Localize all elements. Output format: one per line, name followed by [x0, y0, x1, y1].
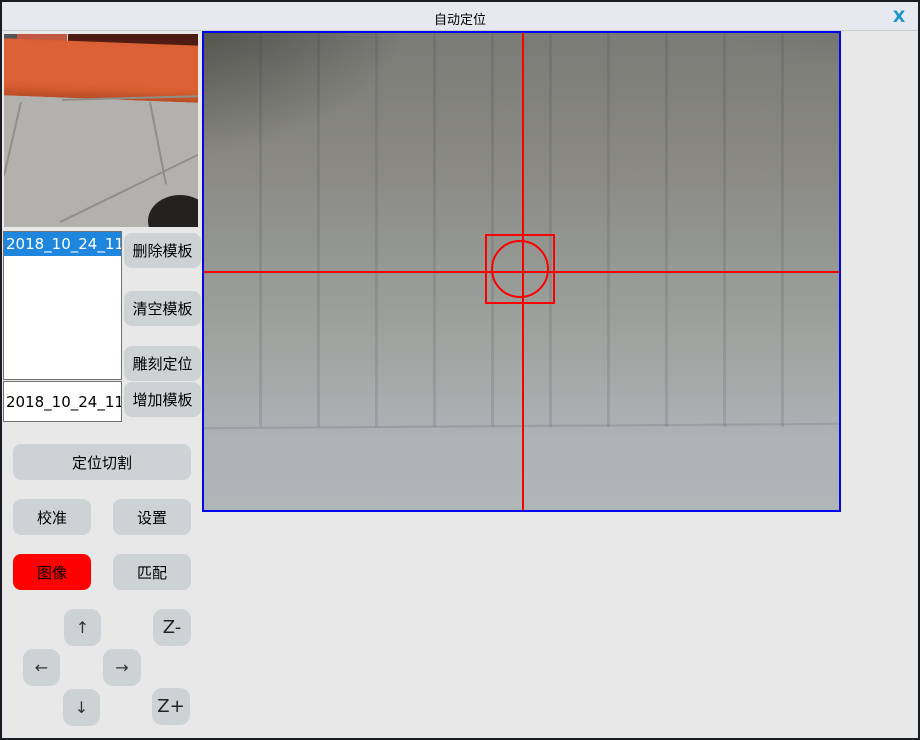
dialog-title: 自动定位	[2, 9, 918, 28]
template-list-item-selected[interactable]: 2018_10_24_11	[4, 232, 121, 256]
jog-up-button[interactable]: ↑	[64, 609, 101, 646]
jog-down-button[interactable]: ↓	[63, 689, 100, 726]
jog-right-button[interactable]: →	[103, 649, 141, 686]
jog-z-plus-button[interactable]: Z+	[152, 688, 190, 725]
delete-template-button[interactable]: 删除模板	[124, 233, 201, 268]
position-cut-button[interactable]: 定位切割	[13, 444, 191, 480]
engrave-position-button[interactable]: 雕刻定位	[124, 346, 201, 381]
image-button-active[interactable]: 图像	[13, 554, 91, 590]
settings-button[interactable]: 设置	[113, 499, 191, 535]
jog-left-button[interactable]: ←	[23, 649, 60, 686]
add-template-button[interactable]: 增加模板	[124, 382, 201, 417]
thumbnail-dark-object	[148, 195, 198, 227]
match-button[interactable]: 匹配	[113, 554, 191, 590]
clear-templates-button[interactable]: 清空模板	[124, 291, 201, 326]
template-list[interactable]: 2018_10_24_11	[3, 231, 122, 380]
thumbnail-grout-line	[4, 102, 22, 177]
title-bar: 自动定位 X	[2, 2, 918, 31]
auto-position-dialog: 自动定位 X 2018_10_24_11 删除模板 清空模板 雕刻定位 增加模板…	[0, 0, 920, 740]
thumbnail-orange-beam	[4, 38, 198, 103]
template-name-input[interactable]	[3, 381, 122, 422]
template-preview-thumbnail	[4, 34, 198, 227]
target-circle-marker	[491, 240, 549, 298]
close-icon[interactable]: X	[888, 6, 910, 28]
camera-view[interactable]	[202, 31, 841, 512]
jog-z-minus-button[interactable]: Z-	[153, 609, 191, 646]
calibrate-button[interactable]: 校准	[13, 499, 91, 535]
